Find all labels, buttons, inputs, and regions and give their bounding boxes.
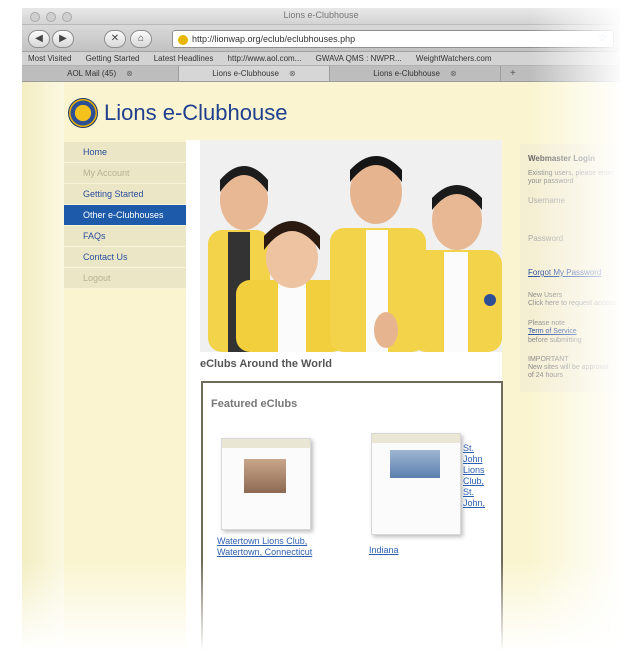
username-label: Username [528, 196, 565, 205]
bookmark-most-visited[interactable]: Most Visited [28, 54, 71, 63]
site-favicon-icon [178, 34, 188, 45]
webmaster-login-panel: Webmaster Login Existing users, please e… [520, 144, 620, 392]
nav-faqs[interactable]: FAQs [64, 226, 186, 247]
close-tab-icon[interactable]: ⊗ [126, 69, 133, 78]
address-bar[interactable]: http://lionwap.org/eclub/eclubhouses.php… [172, 30, 614, 48]
close-tab-icon[interactable]: ⊗ [289, 69, 296, 78]
important-text: New sites will be approval of 24 hours [528, 364, 609, 379]
important-label: IMPORTANT [528, 356, 569, 363]
main-content: eClubs Around the World Featured eClubs … [186, 140, 503, 651]
new-users-text[interactable]: Click here to request access [528, 300, 616, 308]
nav-logout[interactable]: Logout [64, 268, 186, 289]
nav-other-eclubhouses[interactable]: Other e-Clubhouses [64, 205, 186, 226]
thumbnail-header [222, 439, 310, 448]
bookmarks-bar: Most Visited Getting Started Latest Head… [22, 52, 620, 66]
watertown-club-link[interactable]: Watertown Lions Club, Watertown, Connect… [217, 536, 327, 558]
bookmark-star-icon[interactable]: ☆ [598, 31, 607, 47]
st-john-location[interactable]: Indiana [369, 545, 429, 556]
tab-label: Lions e-Clubhouse [212, 69, 279, 78]
login-instructions: Existing users, please enter your passwo… [528, 170, 614, 185]
watertown-thumbnail[interactable] [221, 438, 311, 530]
st-john-thumbnail[interactable] [371, 433, 461, 535]
page-margin [22, 82, 64, 651]
thumbnail-image [244, 459, 286, 493]
window-titlebar: Lions e-Clubhouse [22, 8, 620, 25]
web-page: Lions e-Clubhouse Home My Account Gettin… [22, 82, 620, 651]
tab-lions-clubhouse-2[interactable]: Lions e-Clubhouse ⊗ [330, 66, 501, 81]
tab-strip: AOL Mail (45) ⊗ Lions e-Clubhouse ⊗ Lions … [22, 66, 620, 82]
site-logo[interactable]: Lions e-Clubhouse [68, 98, 287, 128]
nav-home[interactable]: Home [64, 142, 186, 163]
close-tab-icon[interactable]: ⊗ [450, 69, 457, 78]
new-users-label: New Users [528, 292, 563, 299]
window-title: Lions e-Clubhouse [283, 10, 359, 20]
tab-aol-mail[interactable]: AOL Mail (45) ⊗ [22, 66, 179, 81]
featured-eclubs-box: Featured eClubs Watertown Lions Club, Wa… [201, 381, 503, 651]
featured-title: Featured eClubs [211, 398, 298, 410]
bookmark-getting-started[interactable]: Getting Started [86, 54, 140, 63]
home-button[interactable]: ⌂ [130, 30, 152, 48]
terms-link[interactable]: Term of Service [528, 328, 577, 335]
logo-text: Lions e-Clubhouse [104, 100, 288, 125]
eclubs-heading: eClubs Around the World [200, 358, 332, 370]
bookmark-weightwatchers[interactable]: WeightWatchers.com [416, 54, 492, 63]
nav-my-account[interactable]: My Account [64, 163, 186, 184]
forward-button[interactable]: ▶ [52, 30, 74, 48]
browser-window: Lions e-Clubhouse ◀ ▶ ✕ ⌂ http://lionwap… [22, 8, 620, 651]
note-text: before submitting [528, 337, 582, 344]
thumbnail-image [390, 450, 440, 478]
lions-emblem-icon [68, 98, 98, 128]
bookmark-aol[interactable]: http://www.aol.com... [228, 54, 302, 63]
browser-toolbar: ◀ ▶ ✕ ⌂ http://lionwap.org/eclub/eclubho… [22, 25, 620, 52]
back-button[interactable]: ◀ [28, 30, 50, 48]
tab-lions-clubhouse-1[interactable]: Lions e-Clubhouse ⊗ [179, 66, 330, 81]
login-title: Webmaster Login [528, 154, 595, 163]
nav-contact-us[interactable]: Contact Us [64, 247, 186, 268]
address-url: http://lionwap.org/eclub/eclubhouses.php [192, 34, 356, 44]
forgot-password-link[interactable]: Forgot My Password [528, 268, 601, 277]
tab-label: AOL Mail (45) [67, 69, 117, 78]
stop-button[interactable]: ✕ [104, 30, 126, 48]
new-tab-button[interactable]: + [510, 66, 516, 81]
thumbnail-header [372, 434, 460, 443]
hero-photo [200, 140, 502, 352]
bookmark-gwava[interactable]: GWAVA QMS : NWPR... [316, 54, 402, 63]
sidebar-nav: Home My Account Getting Started Other e-… [64, 142, 186, 289]
tab-label: Lions e-Clubhouse [373, 69, 440, 78]
bookmark-latest-headlines[interactable]: Latest Headlines [154, 54, 214, 63]
note-label: Please note [528, 320, 565, 327]
st-john-club-link[interactable]: St. John Lions Club, St. John, [463, 443, 493, 509]
password-label: Password [528, 234, 564, 243]
nav-getting-started[interactable]: Getting Started [64, 184, 186, 205]
lions-members-illustration [200, 140, 502, 352]
